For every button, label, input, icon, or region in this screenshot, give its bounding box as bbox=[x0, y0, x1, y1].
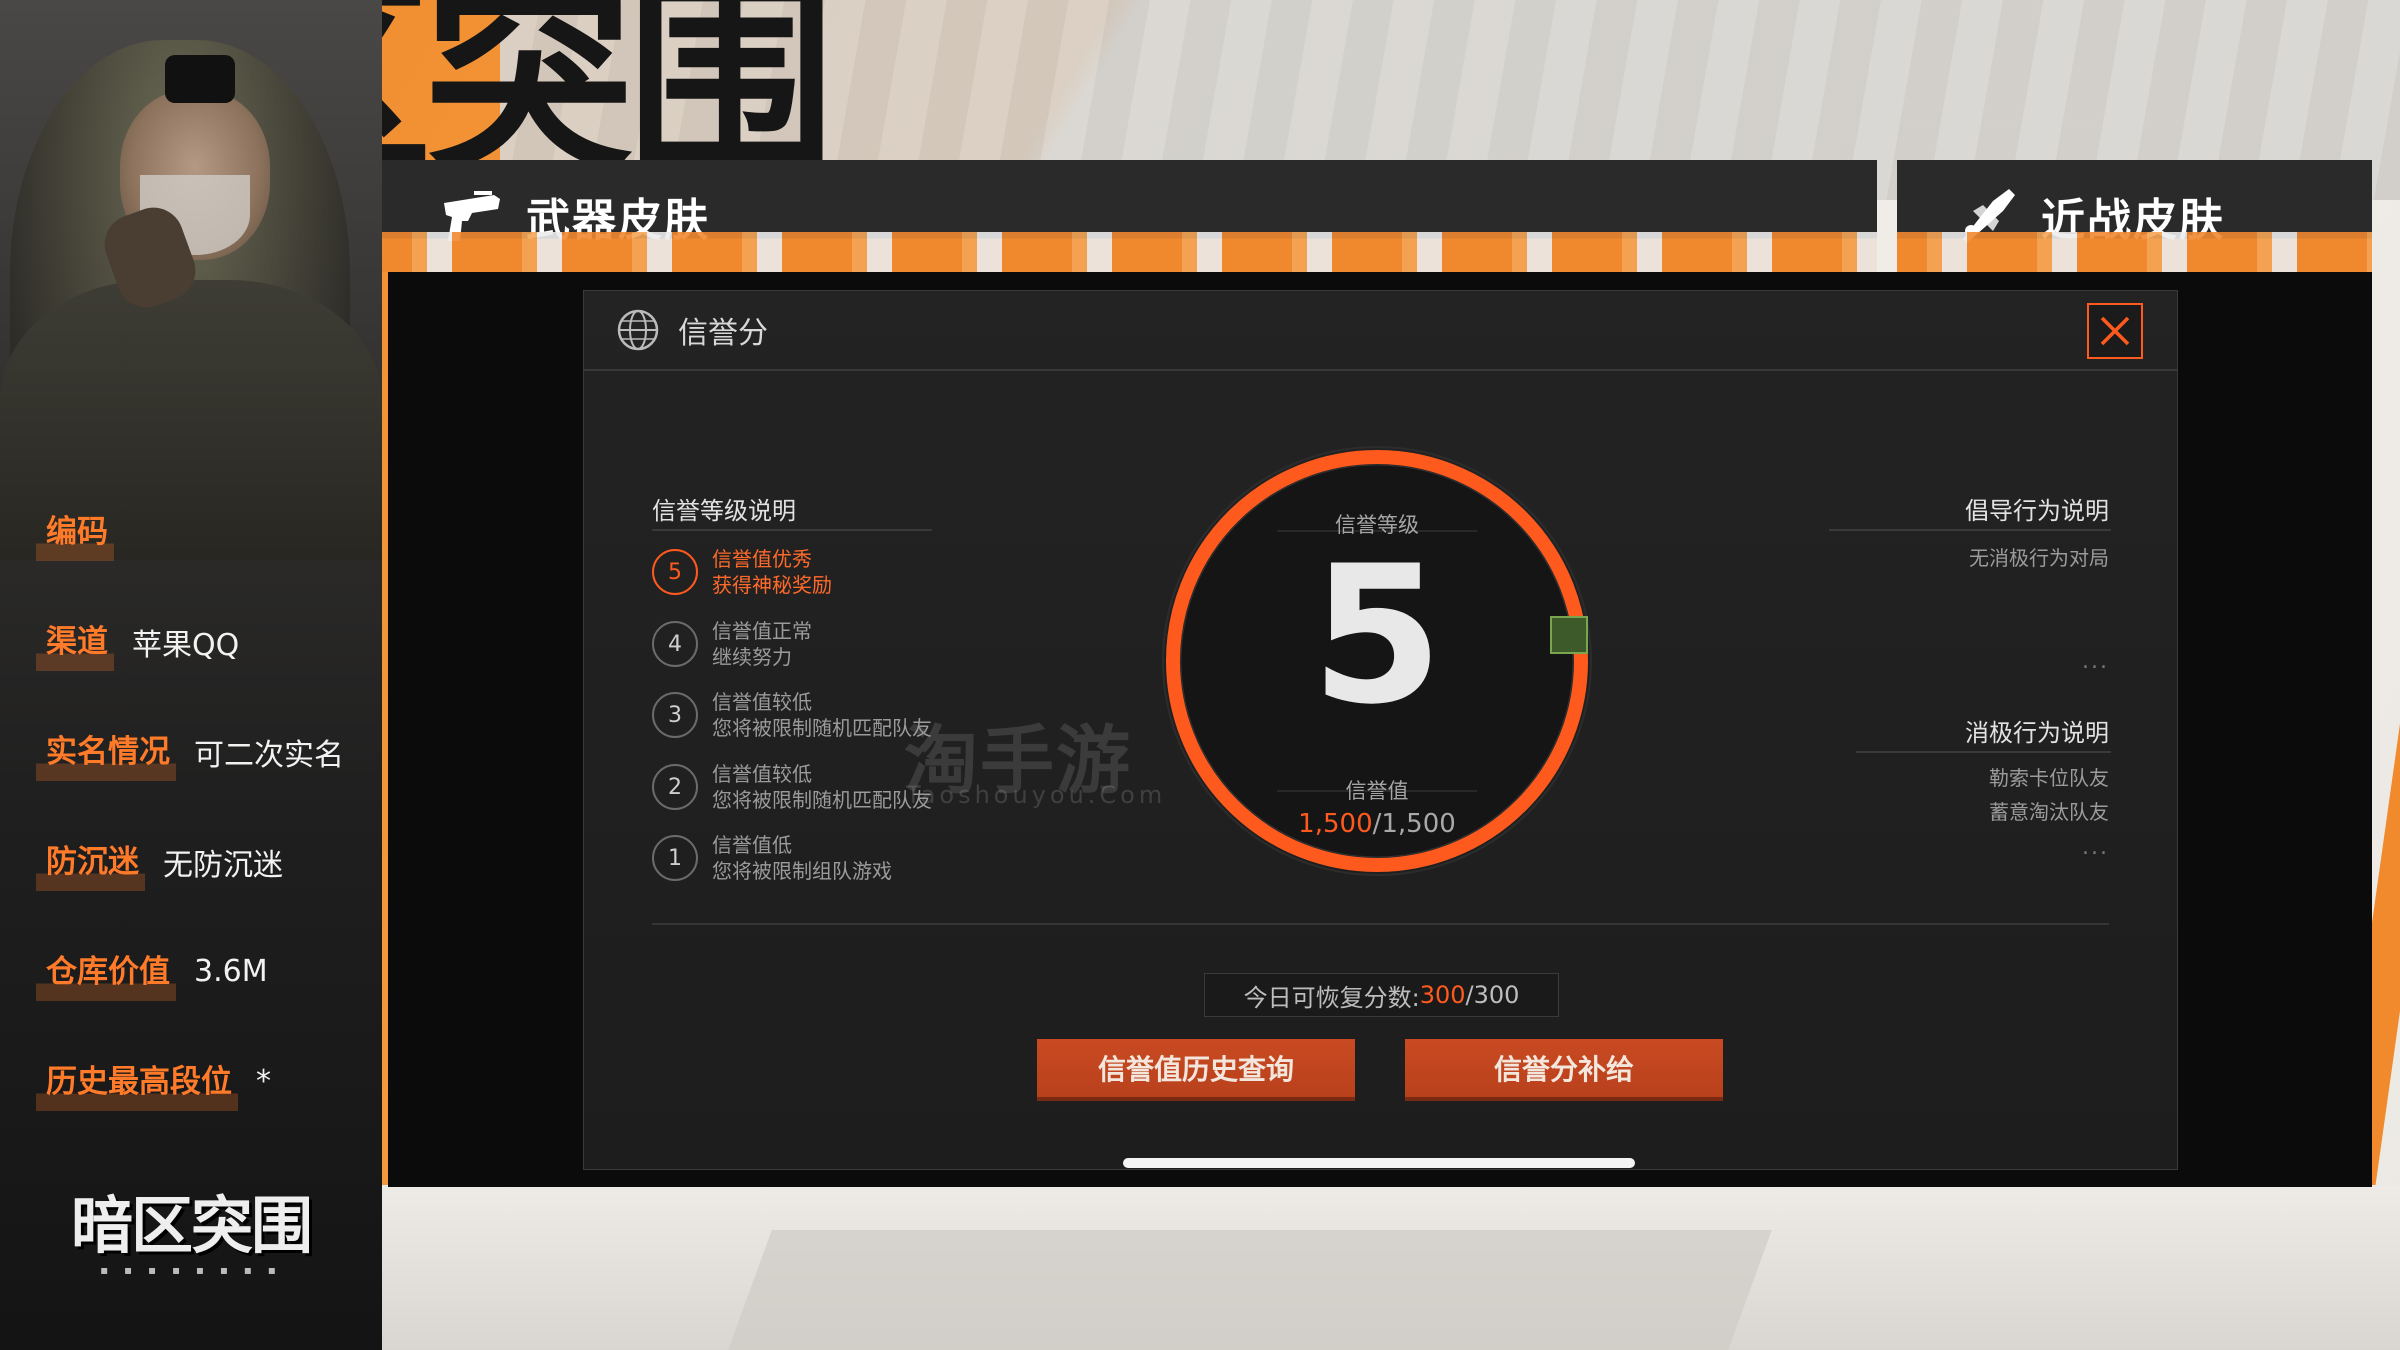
level-line1: 信誉值正常 bbox=[712, 619, 812, 643]
profile-label: 历史最高段位 bbox=[36, 1052, 238, 1111]
positive-more[interactable]: ... bbox=[2082, 649, 2109, 674]
game-logo: 暗区突围 ▪ ▪ ▪ ▪ ▪ ▪ ▪ ▪ bbox=[56, 1189, 326, 1278]
background-bottom-shape bbox=[728, 1230, 1772, 1350]
profile-row-channel: 渠道 苹果QQ bbox=[36, 612, 239, 671]
dialog-header: 信誉分 bbox=[584, 291, 2177, 371]
character-portrait bbox=[0, 0, 382, 560]
profile-label: 渠道 bbox=[36, 612, 114, 671]
credit-level-gauge: 信誉等级 5 信誉值 1,500/1,500 bbox=[1157, 441, 1597, 881]
profile-label: 实名情况 bbox=[36, 722, 176, 781]
profile-row-code: 编码 bbox=[36, 502, 132, 561]
recover-current: 300 bbox=[1419, 981, 1466, 1009]
negative-title-divider bbox=[1856, 751, 2111, 753]
close-button[interactable] bbox=[2087, 303, 2143, 359]
level-line1: 信誉值低 bbox=[712, 833, 792, 857]
logo-text: 暗区突围 bbox=[70, 1189, 313, 1262]
recover-max: /300 bbox=[1465, 981, 1520, 1009]
level-item: 5 信誉值优秀 获得神秘奖励 bbox=[652, 547, 832, 598]
level-line1: 信誉值优秀 bbox=[712, 547, 812, 571]
home-indicator[interactable] bbox=[1123, 1158, 1635, 1168]
watermark-sub: Taoshouyou.Com bbox=[906, 781, 1167, 809]
gauge-level-value: 5 bbox=[1310, 525, 1444, 746]
positive-behavior-title: 倡导行为说明 bbox=[1965, 497, 2109, 525]
gauge-score: 1,500/1,500 bbox=[1157, 809, 1597, 839]
level-line2: 继续努力 bbox=[712, 645, 792, 669]
shield-badge-icon bbox=[1550, 616, 1588, 654]
content-divider bbox=[652, 923, 2109, 925]
credit-supply-button[interactable]: 信誉分补给 bbox=[1405, 1039, 1723, 1101]
level-line2: 您将被限制组队游戏 bbox=[712, 859, 892, 883]
profile-panel: 编码 渠道 苹果QQ 实名情况 可二次实名 防沉迷 无防沉迷 仓库价值 3.6M… bbox=[0, 0, 382, 1350]
level-item: 4 信誉值正常 继续努力 bbox=[652, 619, 812, 670]
level-number: 3 bbox=[652, 692, 698, 738]
score-max: /1,500 bbox=[1372, 809, 1456, 839]
negative-behavior-title: 消极行为说明 bbox=[1965, 719, 2109, 747]
profile-value: 无防沉迷 bbox=[163, 847, 283, 883]
level-line1: 信誉值较低 bbox=[712, 690, 812, 714]
positive-item: 无消极行为对局 bbox=[1969, 546, 2109, 570]
profile-value: 3.6M bbox=[194, 954, 268, 989]
recoverable-score: 今日可恢复分数: 300/300 bbox=[1204, 973, 1559, 1017]
positive-title-divider bbox=[1829, 529, 2111, 531]
tab-melee-skins[interactable]: 近战皮肤 bbox=[1897, 160, 2372, 272]
credit-history-button[interactable]: 信誉值历史查询 bbox=[1037, 1039, 1355, 1101]
close-icon bbox=[2100, 316, 2130, 346]
level-item: 3 信誉值较低 您将被限制随机匹配队友 bbox=[652, 690, 932, 741]
profile-label: 编码 bbox=[36, 502, 114, 561]
level-line2: 您将被限制随机匹配队友 bbox=[712, 788, 932, 812]
level-line2: 您将被限制随机匹配队友 bbox=[712, 716, 932, 740]
level-number: 1 bbox=[652, 835, 698, 881]
tab-weapon-skins[interactable]: 武器皮肤 bbox=[382, 160, 1877, 272]
score-current: 1,500 bbox=[1298, 809, 1373, 839]
recover-label: 今日可恢复分数: bbox=[1243, 983, 1420, 1012]
negative-item: 蓄意淘汰队友 bbox=[1989, 800, 2109, 824]
globe-icon bbox=[617, 309, 659, 351]
credit-score-dialog: 信誉分 信誉等级说明 5 信誉值优秀 获得神秘奖励 4 信誉值正常 继续努力 3… bbox=[583, 290, 2178, 1170]
level-number: 2 bbox=[652, 764, 698, 810]
levels-title-divider bbox=[652, 529, 932, 531]
profile-label: 防沉迷 bbox=[36, 832, 145, 891]
level-number: 4 bbox=[652, 621, 698, 667]
profile-row-warehouse-value: 仓库价值 3.6M bbox=[36, 942, 268, 1001]
gauge-score-label: 信誉值 bbox=[1345, 779, 1409, 803]
logo-subtext: ▪ ▪ ▪ ▪ ▪ ▪ ▪ ▪ bbox=[100, 1263, 282, 1277]
level-line1: 信誉值较低 bbox=[712, 762, 812, 786]
profile-value: * bbox=[256, 1064, 271, 1099]
level-number: 5 bbox=[652, 549, 698, 595]
profile-row-realname: 实名情况 可二次实名 bbox=[36, 722, 344, 781]
dialog-title: 信誉分 bbox=[678, 316, 768, 351]
levels-title: 信誉等级说明 bbox=[652, 497, 796, 525]
negative-item: 勒索卡位队友 bbox=[1989, 766, 2109, 790]
negative-more[interactable]: ... bbox=[2082, 835, 2109, 860]
profile-value: 可二次实名 bbox=[194, 737, 344, 773]
level-item: 2 信誉值较低 您将被限制随机匹配队友 bbox=[652, 762, 932, 813]
profile-value: 苹果QQ bbox=[132, 627, 240, 663]
profile-row-highest-rank: 历史最高段位 * bbox=[36, 1052, 271, 1111]
profile-label: 仓库价值 bbox=[36, 942, 176, 1001]
profile-row-anti-addiction: 防沉迷 无防沉迷 bbox=[36, 832, 283, 891]
level-item: 1 信誉值低 您将被限制组队游戏 bbox=[652, 833, 892, 884]
level-line2: 获得神秘奖励 bbox=[712, 573, 832, 597]
